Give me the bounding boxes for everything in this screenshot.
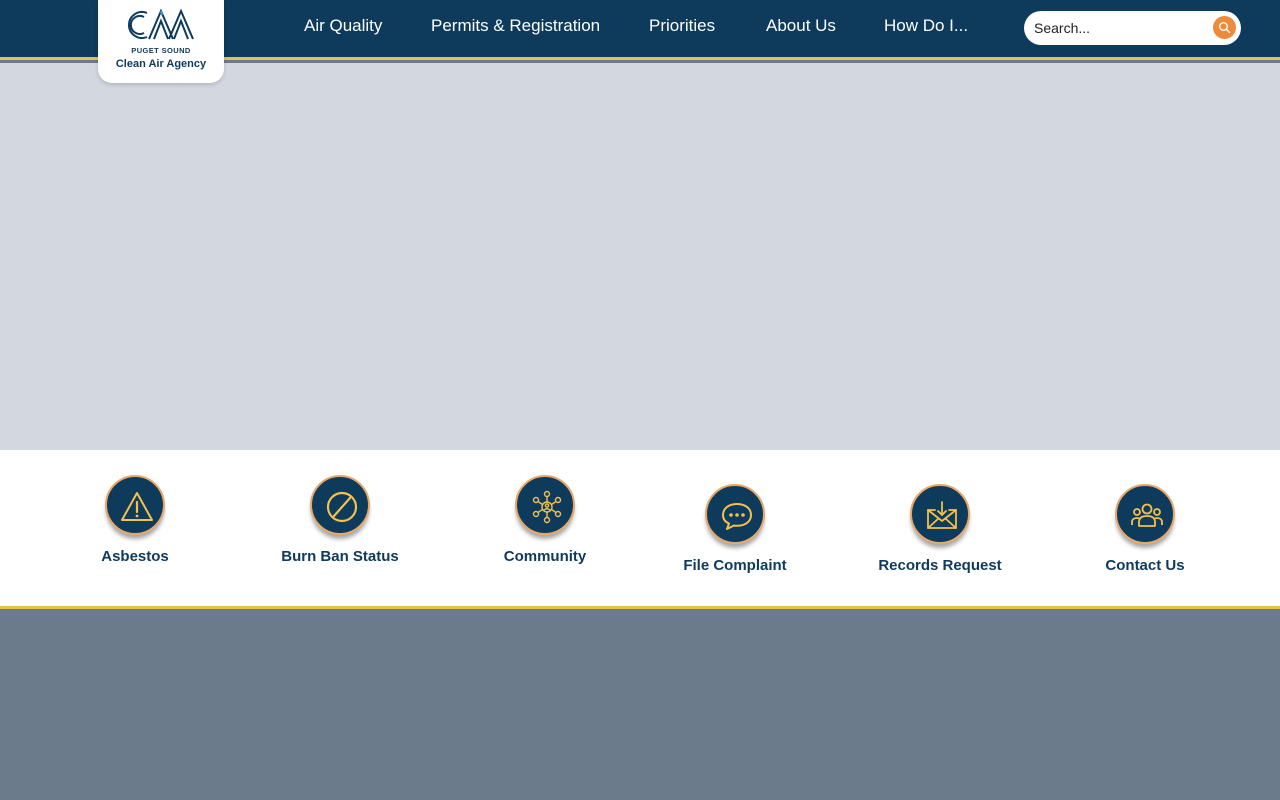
community-badge bbox=[515, 475, 575, 535]
quick-link-label: Contact Us bbox=[1105, 557, 1185, 574]
people-icon bbox=[1131, 503, 1163, 527]
nav-how-do-i[interactable]: How Do I... bbox=[884, 0, 968, 54]
search-input[interactable] bbox=[1034, 16, 1214, 40]
file-complaint-badge bbox=[705, 484, 765, 544]
quick-link-community[interactable]: Community bbox=[465, 475, 625, 565]
quick-link-label: File Complaint bbox=[683, 557, 787, 574]
mail-inbox-icon bbox=[927, 501, 957, 529]
quick-link-burn-ban-status[interactable]: Burn Ban Status bbox=[260, 475, 420, 565]
nav-about-us[interactable]: About Us bbox=[766, 0, 836, 54]
asbestos-badge bbox=[105, 475, 165, 535]
network-icon bbox=[532, 490, 562, 524]
warning-icon bbox=[121, 492, 153, 521]
nav-permits-registration[interactable]: Permits & Registration bbox=[431, 0, 600, 54]
nav-priorities[interactable]: Priorities bbox=[649, 0, 715, 54]
nav-air-quality[interactable]: Air Quality bbox=[304, 0, 382, 54]
contact-us-badge bbox=[1115, 484, 1175, 544]
logo-line-clean-air-agency: Clean Air Agency bbox=[115, 58, 207, 70]
search-icon bbox=[1219, 22, 1231, 34]
quick-link-label: Asbestos bbox=[101, 548, 169, 565]
quick-link-label: Burn Ban Status bbox=[281, 548, 399, 565]
caa-logo-mark-icon bbox=[128, 8, 194, 40]
site-header: PUGET SOUND Clean Air Agency Air Quality… bbox=[0, 0, 1280, 83]
search-button[interactable] bbox=[1213, 16, 1236, 39]
quick-link-records-request[interactable]: Records Request bbox=[860, 484, 1020, 574]
quick-link-label: Community bbox=[503, 548, 587, 565]
burn-ban-badge bbox=[310, 475, 370, 535]
quick-link-label: Records Request bbox=[878, 557, 1002, 574]
logo-line-puget-sound: PUGET SOUND bbox=[131, 46, 191, 55]
quick-link-file-complaint[interactable]: File Complaint bbox=[655, 484, 815, 574]
quick-links-bar: Asbestos Burn Ban Status Community File … bbox=[0, 450, 1280, 609]
quick-link-asbestos[interactable]: Asbestos bbox=[55, 475, 215, 565]
search-box bbox=[1024, 11, 1241, 45]
hero-banner bbox=[0, 63, 1280, 450]
agency-logo[interactable]: PUGET SOUND Clean Air Agency bbox=[98, 0, 224, 83]
chat-bubble-icon bbox=[722, 503, 752, 530]
prohibited-icon bbox=[326, 491, 358, 523]
quick-link-contact-us[interactable]: Contact Us bbox=[1065, 484, 1225, 574]
records-request-badge bbox=[910, 484, 970, 544]
